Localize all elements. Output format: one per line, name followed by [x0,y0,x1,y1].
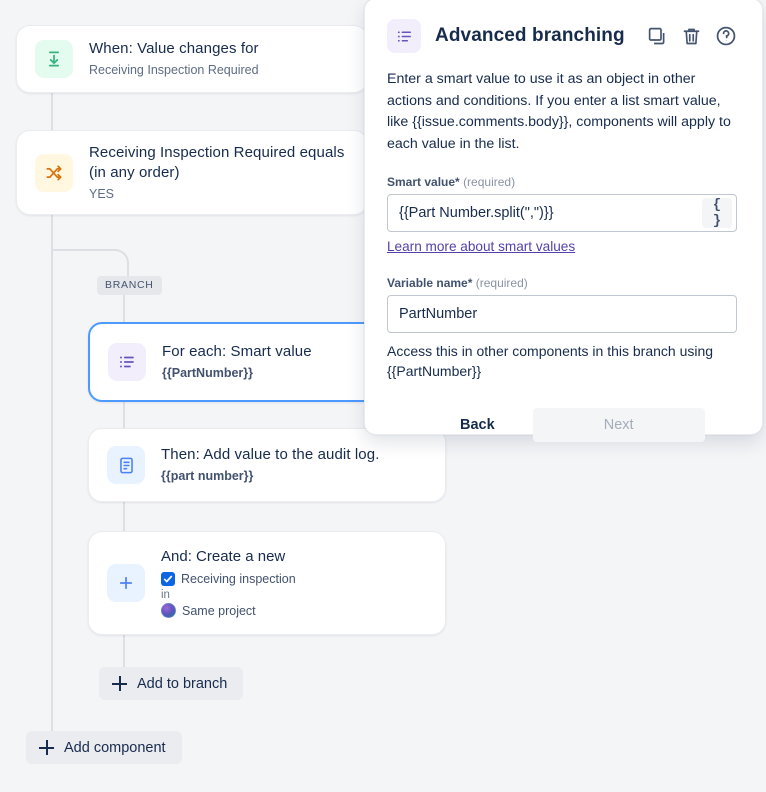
value-changes-icon [35,40,73,78]
panel-header: Advanced branching [387,19,737,53]
automation-canvas: When: Value changes for Receiving Inspec… [0,0,766,792]
card-subtitle: {{PartNumber}} [162,366,254,380]
plus-icon [39,740,54,755]
advanced-branching-panel: Advanced branching Enter a smart value t… [364,0,763,442]
required-hint: (required) [475,276,528,290]
card-title: Receiving Inspection Required equals (in… [89,143,345,181]
card-title: Then: Add value to the audit log. [161,446,380,463]
project-label: Same project [182,603,256,618]
variable-help-text: Access this in other components in this … [387,343,714,379]
variable-name-input[interactable] [387,295,737,333]
smart-value-field-wrap: { } [387,194,737,232]
connector-word: in [161,588,170,601]
add-to-branch-label: Add to branch [137,675,228,692]
plus-icon [112,676,127,691]
shuffle-icon [35,153,73,192]
plus-icon [107,564,145,602]
add-component-label: Add component [64,739,166,756]
card-title: For each: Smart value [162,343,312,360]
required-star: * [455,175,460,189]
issue-type-row: Receiving inspection [161,571,296,587]
next-button[interactable]: Next [532,408,705,442]
card-subtitle: {{part number}} [161,469,254,483]
variable-name-field-wrap [387,295,737,333]
required-star: * [467,276,473,290]
learn-more-link[interactable]: Learn more about smart values [387,239,575,254]
help-icon[interactable] [715,25,737,47]
rule-card-condition[interactable]: Receiving Inspection Required equals (in… [16,130,368,215]
project-row: Same project [161,603,296,619]
add-component-button[interactable]: Add component [26,731,182,764]
panel-description: Enter a smart value to use it as an obje… [387,71,731,152]
smart-value-label-text: Smart value [387,175,456,189]
panel-actions [647,25,737,47]
card-title: And: Create a new [161,547,286,565]
variable-name-label: Variable name* (required) [387,276,737,290]
add-to-branch-button[interactable]: Add to branch [99,667,244,700]
smart-value-input[interactable] [387,194,737,232]
card-subtitle: YES [89,186,115,201]
issue-type-label: Receiving inspection [181,571,296,586]
delete-icon[interactable] [681,26,702,47]
checkbox-icon [161,571,175,586]
audit-log-icon [107,446,145,484]
variable-name-label-text: Variable name [387,276,468,290]
project-avatar-icon [161,603,176,618]
card-subtitle: Receiving Inspection Required [89,63,259,77]
list-icon [108,343,146,381]
rule-card-trigger[interactable]: When: Value changes for Receiving Inspec… [16,25,368,93]
duplicate-icon[interactable] [647,26,668,47]
panel-title: Advanced branching [435,25,625,46]
required-hint: (required) [463,175,516,189]
smart-value-label: Smart value* (required) [387,175,737,189]
insert-smart-value-button[interactable]: { } [702,197,732,229]
panel-footer: Back Next [387,408,737,442]
branch-label: BRANCH [97,276,162,295]
card-title: When: Value changes for [89,40,259,57]
list-icon [387,19,421,53]
rule-card-create-issue[interactable]: And: Create a new Receiving inspection i… [88,531,446,635]
back-button[interactable]: Back [442,409,513,441]
